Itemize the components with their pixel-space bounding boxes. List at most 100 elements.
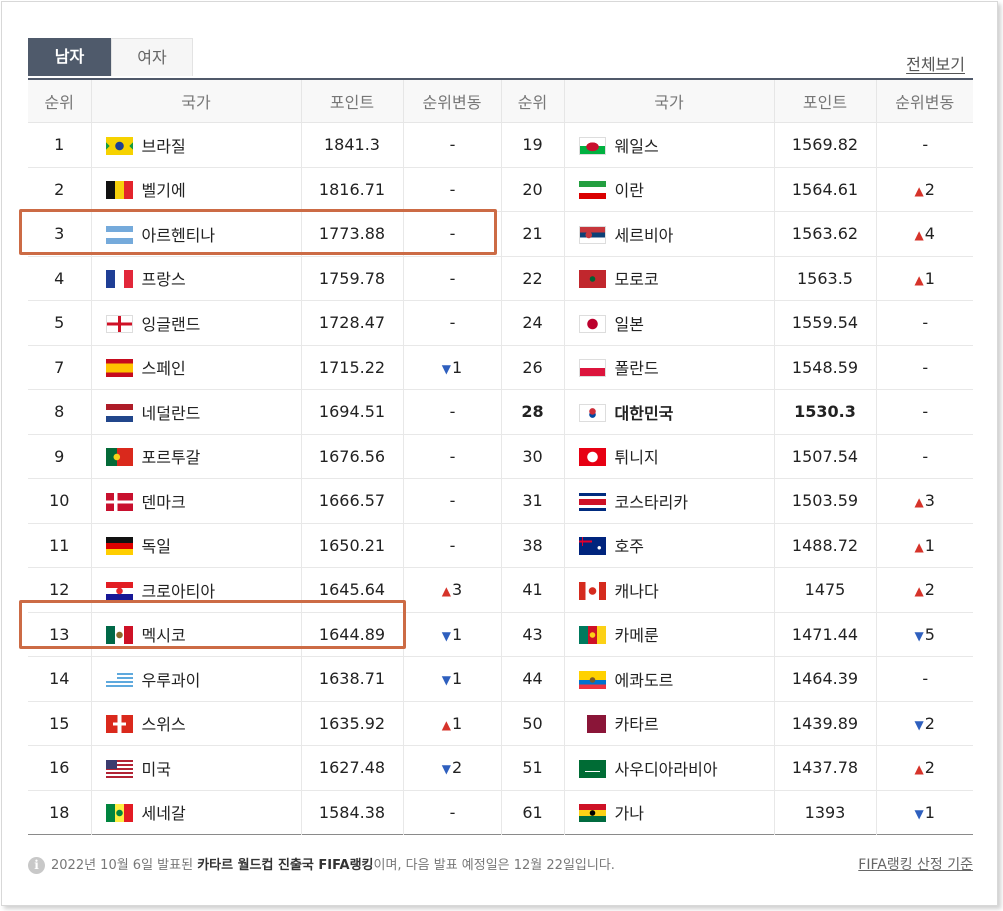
country-cell: 우루과이	[91, 656, 302, 702]
table-row: 4 프랑스 1759.78-22 모로코 1563.5 ▲1	[28, 256, 973, 301]
rank-cell: 30	[501, 434, 565, 479]
saudi-flag-icon	[578, 759, 606, 778]
cameroon-flag-icon	[578, 626, 606, 645]
spain-flag-icon	[105, 359, 133, 378]
tab-women[interactable]: 여자	[111, 38, 193, 76]
country-name: 세르비아	[614, 225, 674, 245]
rank-change-value: 3	[924, 491, 935, 511]
rank-change-value: 1	[452, 357, 463, 377]
rank-change: ▼1	[403, 612, 502, 657]
senegal-flag-icon	[105, 804, 133, 823]
rank-cell: 26	[501, 345, 565, 390]
rank-change: ▼1	[403, 345, 502, 390]
rank-change-value: 2	[924, 580, 935, 600]
country-name: 세네갈	[141, 804, 186, 824]
france-flag-icon	[105, 270, 133, 289]
points-cell: 1464.39	[774, 656, 877, 702]
rank-cell: 43	[501, 612, 565, 657]
ranking-table: 순위 국가 포인트 순위변동 순위 국가 포인트 순위변동 1 브라질 1841.3…	[28, 78, 973, 835]
country-name: 스페인	[141, 359, 186, 379]
rank-cell: 7	[28, 345, 92, 390]
qatar-flag-icon	[578, 715, 606, 734]
country-name: 벨기에	[141, 181, 186, 201]
country-name: 사우디아라비아	[614, 759, 718, 779]
country-cell: 가나	[564, 790, 775, 835]
country-cell: 호주	[564, 523, 775, 568]
tab-men[interactable]: 남자	[28, 38, 111, 76]
portugal-flag-icon	[105, 448, 133, 467]
rank-cell: 28	[501, 389, 565, 435]
uruguay-flag-icon	[105, 670, 133, 689]
rank-change: -	[403, 434, 502, 479]
rank-change-value: -	[922, 446, 929, 466]
rank-change-value: -	[922, 669, 929, 689]
country-cell: 코스타리카	[564, 478, 775, 524]
info-icon: i	[28, 857, 45, 874]
rank-cell: 20	[501, 167, 565, 212]
country-cell: 독일	[91, 523, 302, 568]
arrow-down-icon: ▼	[914, 806, 924, 821]
country-name: 브라질	[141, 136, 186, 156]
arrow-up-icon: ▲	[441, 717, 452, 732]
arrow-down-icon: ▼	[441, 361, 452, 376]
wales-flag-icon	[578, 136, 606, 155]
footer-text: i 2022년 10월 6일 발표된 카타르 월드컵 진출국 FIFA랭킹이며, …	[28, 854, 615, 874]
rank-change: ▼2	[403, 745, 502, 791]
rank-change-value: 3	[452, 580, 463, 600]
header-rank: 순위	[28, 79, 92, 123]
rank-change: ▲2	[876, 745, 973, 791]
rank-change-value: 1	[452, 624, 463, 644]
country-cell: 잉글랜드	[91, 300, 302, 346]
country-name: 포르투갈	[141, 448, 201, 468]
rank-change-value: 4	[924, 224, 935, 244]
arrow-down-icon: ▼	[914, 628, 924, 643]
points-cell: 1563.62	[774, 211, 877, 257]
ranking-panel: 남자 여자 전체보기 순위 국가 포인트 순위변동 순위 국가 포인트 순위변동…	[1, 1, 998, 906]
iran-flag-icon	[578, 181, 606, 200]
table-row: 15 스위스 1635.92 ▲1 50 카타르 1439.89 ▼2	[28, 701, 973, 746]
arrow-up-icon: ▲	[914, 584, 924, 599]
country-cell: 스위스	[91, 701, 302, 746]
highlight-box-argentina	[19, 209, 497, 255]
points-cell: 1559.54	[774, 300, 877, 346]
morocco-flag-icon	[578, 270, 606, 289]
table-row: 7 스페인 1715.22 ▼1 26 폴란드 1548.59-	[28, 345, 973, 390]
rank-change-value: -	[449, 446, 456, 466]
rank-change-value: -	[449, 313, 456, 333]
rank-change: ▼1	[876, 790, 973, 835]
rank-cell: 22	[501, 256, 565, 301]
points-cell: 1635.92	[301, 701, 404, 746]
rank-change-value: -	[449, 802, 456, 822]
rank-change-value: 1	[924, 802, 935, 822]
rank-change-value: -	[449, 402, 456, 422]
points-cell: 1530.3	[774, 389, 877, 435]
header-rank: 순위	[501, 79, 565, 123]
points-cell: 1584.38	[301, 790, 404, 835]
arrow-up-icon: ▲	[441, 584, 452, 599]
points-cell: 1548.59	[774, 345, 877, 390]
rank-cell: 15	[28, 701, 92, 746]
rank-change-value: 5	[924, 624, 935, 644]
rank-change: -	[876, 434, 973, 479]
ecuador-flag-icon	[578, 670, 606, 689]
country-cell: 에콰도르	[564, 656, 775, 702]
usa-flag-icon	[105, 759, 133, 778]
points-cell: 1503.59	[774, 478, 877, 524]
view-all-link[interactable]: 전체보기	[906, 51, 965, 75]
country-name: 가나	[614, 804, 644, 824]
rank-cell: 11	[28, 523, 92, 568]
rank-change: ▲3	[876, 478, 973, 524]
table-row: 2 벨기에 1816.71-20 이란 1564.61 ▲2	[28, 167, 973, 212]
country-cell: 카타르	[564, 701, 775, 746]
points-cell: 1715.22	[301, 345, 404, 390]
rank-change: ▼5	[876, 612, 973, 657]
points-cell: 1471.44	[774, 612, 877, 657]
points-cell: 1563.5	[774, 256, 877, 301]
table-row: 18 세네갈 1584.38-61 가나 1393 ▼1	[28, 790, 973, 835]
country-name: 모로코	[614, 270, 659, 290]
country-name: 카메룬	[614, 626, 659, 646]
rank-change: -	[876, 389, 973, 435]
header-change: 순위변동	[876, 79, 973, 123]
fifa-criteria-link[interactable]: FIFA랭킹 산정 기준	[858, 854, 973, 874]
points-cell: 1475	[774, 567, 877, 613]
